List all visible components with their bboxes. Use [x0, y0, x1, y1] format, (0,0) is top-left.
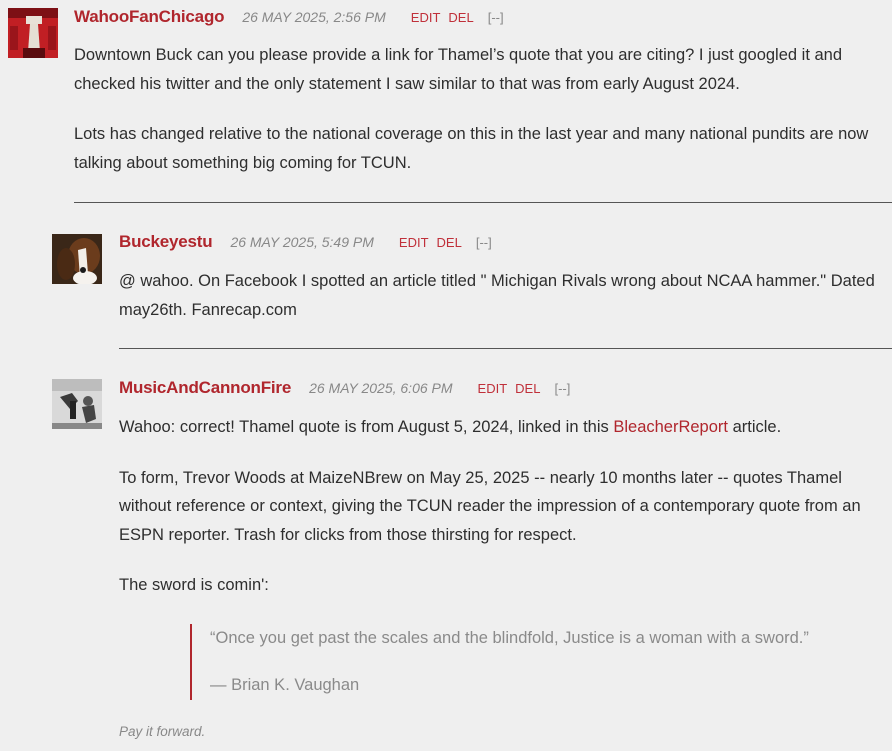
comment-paragraph: Wahoo: correct! Thamel quote is from Aug… — [119, 413, 884, 442]
comment-paragraph: Downtown Buck can you please provide a l… — [74, 46, 843, 93]
delete-button[interactable]: DEL — [437, 235, 462, 250]
comment-paragraph: @ wahoo. On Facebook I spotted an articl… — [119, 272, 875, 319]
edit-button[interactable]: EDIT — [411, 10, 441, 25]
comment-date[interactable]: 26 MAY 2025, 5:49 PM — [230, 234, 373, 250]
edit-button[interactable]: EDIT — [478, 381, 508, 396]
comment-body: Downtown Buck can you please provide a l… — [74, 41, 884, 199]
comment-date[interactable]: 26 MAY 2025, 6:06 PM — [309, 380, 452, 396]
comment-author[interactable]: Buckeyestu — [119, 232, 213, 252]
blockquote: “Once you get past the scales and the bl… — [190, 624, 870, 700]
collapse-toggle[interactable]: [--] — [554, 381, 570, 396]
comment-author[interactable]: MusicAndCannonFire — [119, 378, 291, 398]
bleacherreport-link[interactable]: BleacherReport — [613, 418, 728, 436]
comment-paragraph: The sword is comin': — [119, 576, 269, 594]
avatar[interactable] — [52, 234, 102, 284]
comment-paragraph: Lots has changed relative to the nationa… — [74, 125, 869, 172]
comment-author[interactable]: WahooFanChicago — [74, 7, 225, 27]
collapse-toggle[interactable]: [--] — [488, 10, 504, 25]
edit-button[interactable]: EDIT — [399, 235, 429, 250]
divider — [74, 202, 892, 203]
comment-paragraph: To form, Trevor Woods at MaizeNBrew on M… — [119, 468, 861, 544]
collapse-toggle[interactable]: [--] — [476, 235, 492, 250]
quote-text: “Once you get past the scales and the bl… — [210, 629, 809, 647]
quote-author: — Brian K. Vaughan — [210, 676, 360, 694]
paragraph-text: Wahoo: correct! Thamel quote is from Aug… — [119, 418, 614, 436]
delete-button[interactable]: DEL — [515, 381, 540, 396]
paragraph-text: article. — [728, 418, 782, 436]
comment-body: @ wahoo. On Facebook I spotted an articl… — [119, 267, 884, 346]
delete-button[interactable]: DEL — [448, 10, 473, 25]
avatar[interactable] — [8, 8, 58, 58]
divider — [119, 348, 892, 349]
avatar[interactable] — [52, 379, 102, 429]
signature: Pay it forward. — [119, 724, 206, 739]
comment-body: Wahoo: correct! Thamel quote is from Aug… — [119, 413, 884, 622]
comment-date[interactable]: 26 MAY 2025, 2:56 PM — [242, 9, 385, 25]
